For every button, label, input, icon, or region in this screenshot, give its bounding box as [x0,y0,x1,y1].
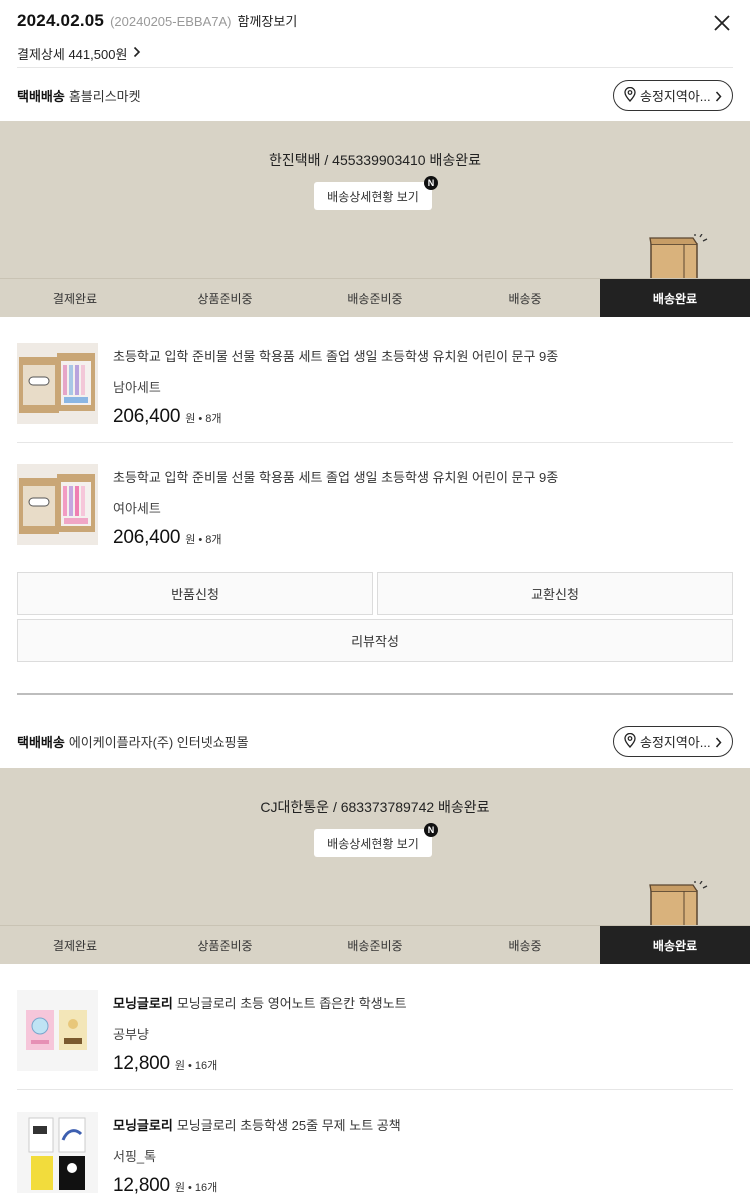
shipping-detail-button[interactable]: 배송상세현황 보기 [314,182,432,210]
separator-dot: • [198,534,203,546]
product-title: 모닝글로리 모닝글로리 초등 영어노트 좁은칸 학생노트 [113,993,733,1012]
order-item[interactable]: 초등학교 입학 준비물 선물 학용품 세트 졸업 생일 초등학생 유치원 어린이… [17,443,733,564]
together-shopping-link[interactable]: 함께장보기 [238,11,298,30]
order-date: 2024.02.05 [17,11,105,30]
section-divider [17,693,733,695]
step-delivered: 배송완료 [600,279,750,317]
product-name: 초등학교 입학 준비물 선물 학용품 세트 졸업 생일 초등학생 유치원 어린이… [113,470,559,485]
close-icon[interactable] [713,14,731,32]
currency-unit: 원 [185,534,196,546]
separator-dot: • [198,413,203,425]
location-pin-icon [624,732,636,751]
region-label: 송정지역아... [640,89,711,104]
seller-bar: 택배배송 홈블리스마켓 송정지역아... [17,73,733,117]
chevron-right-icon [715,736,722,751]
order-item[interactable]: 모닝글로리 모닝글로리 초등학생 25줄 무제 노트 공책 서핑_톡 12,800… [17,1091,733,1202]
product-quantity: 8개 [205,413,222,425]
product-image [17,464,98,545]
product-option: 여아세트 [113,501,161,516]
return-request-button[interactable]: 반품신청 [17,572,373,615]
product-name: 모닝글로리 초등학생 25줄 무제 노트 공책 [176,1118,401,1133]
product-brand: 모닝글로리 [113,996,173,1011]
carrier-tracking-info: 한진택배 / 455339903410 배송완료 [268,152,482,168]
shipping-status-panel: CJ대한통운 / 683373789742 배송완료 배송상세현황 보기 N 결… [0,768,750,964]
product-image [17,1112,98,1193]
region-label: 송정지역아... [640,735,711,750]
shipping-type: 택배배송 [17,88,65,104]
product-option: 공부냥 [113,1027,149,1042]
currency-unit: 원 [174,1060,186,1072]
product-option: 서핑_톡 [113,1149,157,1164]
order-item[interactable]: 모닝글로리 모닝글로리 초등 영어노트 좁은칸 학생노트 공부냥 12,800 원… [17,969,733,1090]
product-quantity: 16개 [194,1060,218,1072]
product-price-row: 206,400 원 • 8개 [113,406,222,428]
payment-detail-label: 결제상세 441,500원 [17,47,128,62]
product-image [17,990,98,1071]
step-preparing-shipping: 배송준비중 [347,291,403,306]
product-title: 초등학교 입학 준비물 선물 학용품 세트 졸업 생일 초등학생 유치원 어린이… [113,346,733,365]
shipping-type: 택배배송 [17,734,65,750]
new-badge: N [424,176,438,190]
currency-unit: 원 [174,1182,186,1194]
chevron-right-icon [715,90,722,105]
shipping-detail-button[interactable]: 배송상세현황 보기 [314,829,432,857]
payment-detail-link[interactable]: 결제상세 441,500원 [17,44,141,63]
delivery-region-button[interactable]: 송정지역아... [613,726,733,757]
step-payment-complete: 결제완료 [52,938,98,953]
chevron-right-icon [133,46,141,61]
shipping-status-panel: 한진택배 / 455339903410 배송완료 배송상세현황 보기 N 결제완… [0,121,750,317]
delivery-region-button[interactable]: 송정지역아... [613,80,733,111]
currency-unit: 원 [185,413,196,425]
step-shipping: 배송중 [508,291,542,306]
shipping-steps: 결제완료 상품준비중 배송준비중 배송중 배송완료 [0,925,750,964]
product-price-row: 206,400 원 • 8개 [113,527,222,549]
product-name: 모닝글로리 초등 영어노트 좁은칸 학생노트 [176,996,407,1011]
product-quantity: 8개 [205,534,222,546]
seller-name: 홈블리스마켓 [68,88,141,104]
step-shipping: 배송중 [508,938,542,953]
carrier-tracking-info: CJ대한통운 / 683373789742 배송완료 [260,799,490,815]
step-preparing-product: 상품준비중 [197,938,253,953]
product-price: 206,400 [113,527,181,548]
product-name: 초등학교 입학 준비물 선물 학용품 세트 졸업 생일 초등학생 유치원 어린이… [113,349,559,364]
product-price-row: 12,800 원 • 16개 [113,1053,217,1075]
step-payment-complete: 결제완료 [52,291,98,306]
product-price: 12,800 [113,1175,170,1196]
product-price-row: 12,800 원 • 16개 [113,1175,217,1197]
product-quantity: 16개 [194,1182,218,1194]
write-review-button[interactable]: 리뷰작성 [17,619,733,662]
separator-dot: • [188,1182,192,1194]
order-title-row: 2024.02.05 (20240205-EBBA7A) 함께장보기 [17,11,297,31]
product-image [17,343,98,424]
new-badge: N [424,823,438,837]
step-preparing-product: 상품준비중 [197,291,253,306]
shipping-steps: 결제완료 상품준비중 배송준비중 배송중 배송완료 [0,278,750,317]
product-option: 남아세트 [113,380,161,395]
seller-name: 에이케이플라자(주) 인터넷쇼핑몰 [68,734,249,750]
step-preparing-shipping: 배송준비중 [347,938,403,953]
separator-dot: • [188,1060,192,1072]
product-brand: 모닝글로리 [113,1118,173,1133]
order-header: 2024.02.05 (20240205-EBBA7A) 함께장보기 결제상세 … [17,0,733,68]
order-item[interactable]: 초등학교 입학 준비물 선물 학용품 세트 졸업 생일 초등학생 유치원 어린이… [17,322,733,443]
order-detail-page: 2024.02.05 (20240205-EBBA7A) 함께장보기 결제상세 … [0,0,750,1202]
product-title: 초등학교 입학 준비물 선물 학용품 세트 졸업 생일 초등학생 유치원 어린이… [113,467,733,486]
step-delivered: 배송완료 [600,926,750,964]
order-code: (20240205-EBBA7A) [110,14,232,29]
seller-bar: 택배배송 에이케이플라자(주) 인터넷쇼핑몰 송정지역아... [17,719,733,763]
exchange-request-button[interactable]: 교환신청 [377,572,733,615]
location-pin-icon [624,86,636,105]
product-price: 206,400 [113,406,181,427]
product-price: 12,800 [113,1053,170,1074]
product-title: 모닝글로리 모닝글로리 초등학생 25줄 무제 노트 공책 [113,1115,733,1134]
